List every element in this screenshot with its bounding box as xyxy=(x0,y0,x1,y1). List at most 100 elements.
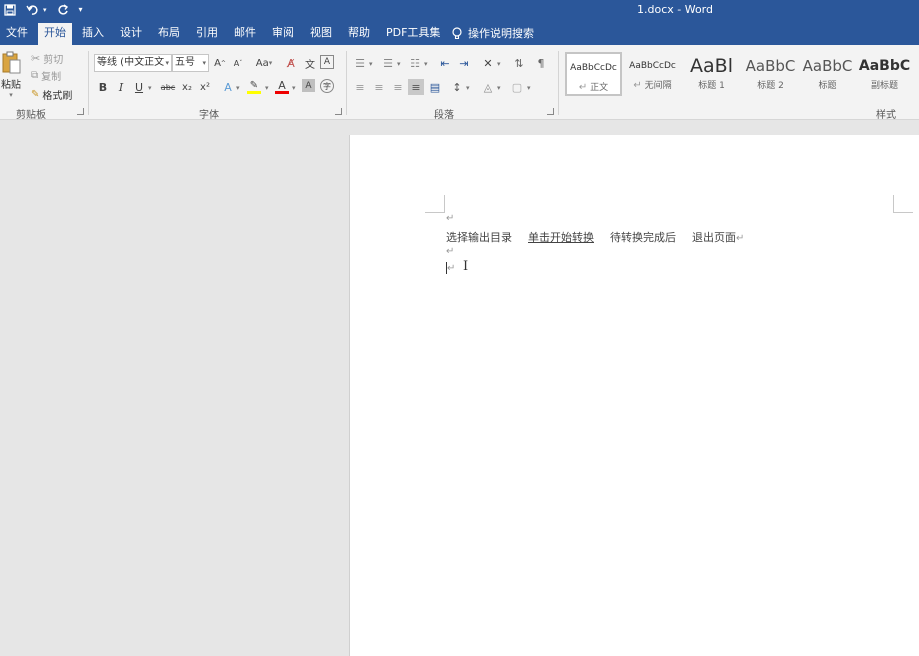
numbering-button[interactable]: ☰ xyxy=(380,55,396,71)
increase-indent-icon: ⇥ xyxy=(459,56,469,70)
align-center-button[interactable]: ≡ xyxy=(371,79,387,95)
redo-icon[interactable] xyxy=(57,3,69,16)
clear-formatting-button[interactable]: A̸ xyxy=(283,55,299,71)
tab-view[interactable]: 视图 xyxy=(304,23,338,45)
underline-button[interactable]: U xyxy=(131,79,147,95)
change-case-button[interactable]: Aa ▾ xyxy=(253,55,275,71)
tab-file[interactable]: 文件 xyxy=(0,23,34,45)
clipboard-group-label: 剪贴板 xyxy=(16,110,46,121)
font-name-dropdown-icon[interactable]: ▾ xyxy=(165,55,169,71)
justify-button[interactable]: ≡ xyxy=(408,79,424,95)
style-heading-2[interactable]: AaBbC 标题 2 xyxy=(742,52,799,96)
font-size-combo[interactable]: 五号 ▾ xyxy=(172,54,209,72)
style-preview: AaBbC xyxy=(745,57,796,75)
cut-label: 剪切 xyxy=(43,55,64,66)
align-left-button[interactable]: ≡ xyxy=(352,79,368,95)
text-effects-button[interactable]: A xyxy=(220,79,236,95)
chinese-layout-dropdown-icon[interactable]: ▾ xyxy=(497,60,501,68)
shading-button[interactable]: ◬ xyxy=(480,79,496,95)
sort-icon: ⇅ xyxy=(514,56,524,70)
show-marks-button[interactable]: ¶ xyxy=(533,55,549,71)
align-center-icon: ≡ xyxy=(374,80,384,94)
line-spacing-button[interactable]: ↕ xyxy=(449,79,465,95)
tab-help[interactable]: 帮助 xyxy=(342,23,376,45)
text-effects-dropdown-icon[interactable]: ▾ xyxy=(236,84,240,92)
highlight-button[interactable]: ✎ xyxy=(246,79,262,95)
char-shading-button[interactable]: A xyxy=(302,79,315,92)
multilevel-list-icon: ☷ xyxy=(410,56,420,70)
paragraph-mark-icon: ↵ xyxy=(633,80,642,91)
style-name: 正文 xyxy=(590,83,609,93)
copy-label: 复制 xyxy=(41,72,62,83)
justify-icon: ≡ xyxy=(411,80,421,94)
style-subtitle[interactable]: AaBbC 副标题 xyxy=(856,52,913,96)
multilevel-list-button[interactable]: ☷ xyxy=(407,55,423,71)
line-spacing-icon: ↕ xyxy=(452,80,462,94)
grow-font-icon: A xyxy=(214,57,221,69)
copy-button[interactable]: ⧉ 复制 xyxy=(31,68,61,83)
grow-font-button[interactable]: A ^ xyxy=(212,55,228,71)
distributed-button[interactable]: ▤ xyxy=(427,79,443,95)
borders-button[interactable]: ▢ xyxy=(509,79,525,95)
enclose-char-button[interactable]: 字 xyxy=(320,79,334,93)
tab-review[interactable]: 审阅 xyxy=(266,23,300,45)
empty-paragraph: ↵ xyxy=(446,213,455,224)
customize-icon[interactable]: ▾ xyxy=(79,5,83,14)
tab-layout[interactable]: 布局 xyxy=(152,23,186,45)
style-normal[interactable]: AaBbCcDc ↵ 正文 xyxy=(565,52,622,96)
borders-dropdown-icon[interactable]: ▾ xyxy=(527,84,531,92)
tab-pdf-tools[interactable]: PDF工具集 xyxy=(380,23,446,45)
increase-indent-button[interactable]: ⇥ xyxy=(456,55,472,71)
tab-home[interactable]: 开始 xyxy=(38,23,72,45)
paste-button[interactable]: 粘贴 ▾ xyxy=(1,51,23,103)
format-painter-button[interactable]: ✎ 格式刷 xyxy=(31,87,72,102)
font-launcher-icon[interactable] xyxy=(335,108,342,115)
multilevel-dropdown-icon[interactable]: ▾ xyxy=(424,60,428,68)
char-border-button[interactable]: A xyxy=(320,55,334,69)
italic-button[interactable]: I xyxy=(113,79,129,95)
paragraph-mark-icon: ↵ xyxy=(578,82,588,93)
line-spacing-dropdown-icon[interactable]: ▾ xyxy=(466,84,470,92)
numbering-dropdown-icon[interactable]: ▾ xyxy=(397,60,401,68)
font-size-dropdown-icon[interactable]: ▾ xyxy=(202,55,206,71)
style-preview: AaBbC xyxy=(802,57,853,75)
font-color-button[interactable]: A xyxy=(274,79,290,95)
superscript-button[interactable]: x² xyxy=(197,79,213,95)
bold-button[interactable]: B xyxy=(95,79,111,95)
font-name-combo[interactable]: 等线 (中文正文 ▾ xyxy=(94,54,172,72)
align-right-icon: ≡ xyxy=(393,80,403,94)
shading-dropdown-icon[interactable]: ▾ xyxy=(497,84,501,92)
phonetic-guide-button[interactable]: 文 xyxy=(302,55,318,71)
document-page[interactable]: ↵ 选择输出目录 单击开始转换 待转换完成后 退出页面↵ ↵ ↵ I xyxy=(349,135,919,656)
underline-dropdown-icon[interactable]: ▾ xyxy=(148,84,152,92)
tab-references[interactable]: 引用 xyxy=(190,23,224,45)
tab-design[interactable]: 设计 xyxy=(114,23,148,45)
undo-dropdown-icon[interactable]: ▾ xyxy=(43,6,47,14)
subscript-button[interactable]: x₂ xyxy=(179,79,195,95)
sort-button[interactable]: ⇅ xyxy=(511,55,527,71)
tab-insert[interactable]: 插入 xyxy=(76,23,110,45)
style-title[interactable]: AaBbC 标题 xyxy=(799,52,856,96)
document-canvas[interactable]: ↵ 选择输出目录 单击开始转换 待转换完成后 退出页面↵ ↵ ↵ I xyxy=(0,120,919,656)
style-no-spacing[interactable]: AaBbCcDc ↵ 无间隔 xyxy=(624,52,681,96)
paragraph-launcher-icon[interactable] xyxy=(547,108,554,115)
bullets-dropdown-icon[interactable]: ▾ xyxy=(369,60,373,68)
chinese-layout-button[interactable]: ✕ xyxy=(480,55,496,71)
bullets-button[interactable]: ☰ xyxy=(352,55,368,71)
paste-dropdown-icon[interactable]: ▾ xyxy=(1,91,21,99)
cut-button[interactable]: ✂ 剪切 xyxy=(31,51,63,66)
tell-me-search[interactable]: 操作说明搜索 xyxy=(452,23,534,43)
align-right-button[interactable]: ≡ xyxy=(390,79,406,95)
save-icon[interactable] xyxy=(4,3,16,16)
clipboard-launcher-icon[interactable] xyxy=(77,108,84,115)
shrink-font-button[interactable]: Aˇ xyxy=(230,55,246,71)
decrease-indent-button[interactable]: ⇤ xyxy=(437,55,453,71)
decrease-indent-icon: ⇤ xyxy=(440,56,450,70)
undo-icon[interactable] xyxy=(26,4,40,16)
strikethrough-button[interactable]: abc xyxy=(157,79,179,95)
tab-mailings[interactable]: 邮件 xyxy=(228,23,262,45)
paragraph-group-label: 段落 xyxy=(434,110,454,121)
highlight-dropdown-icon[interactable]: ▾ xyxy=(265,84,269,92)
style-heading-1[interactable]: AaBl 标题 1 xyxy=(683,52,740,96)
font-color-dropdown-icon[interactable]: ▾ xyxy=(292,84,296,92)
